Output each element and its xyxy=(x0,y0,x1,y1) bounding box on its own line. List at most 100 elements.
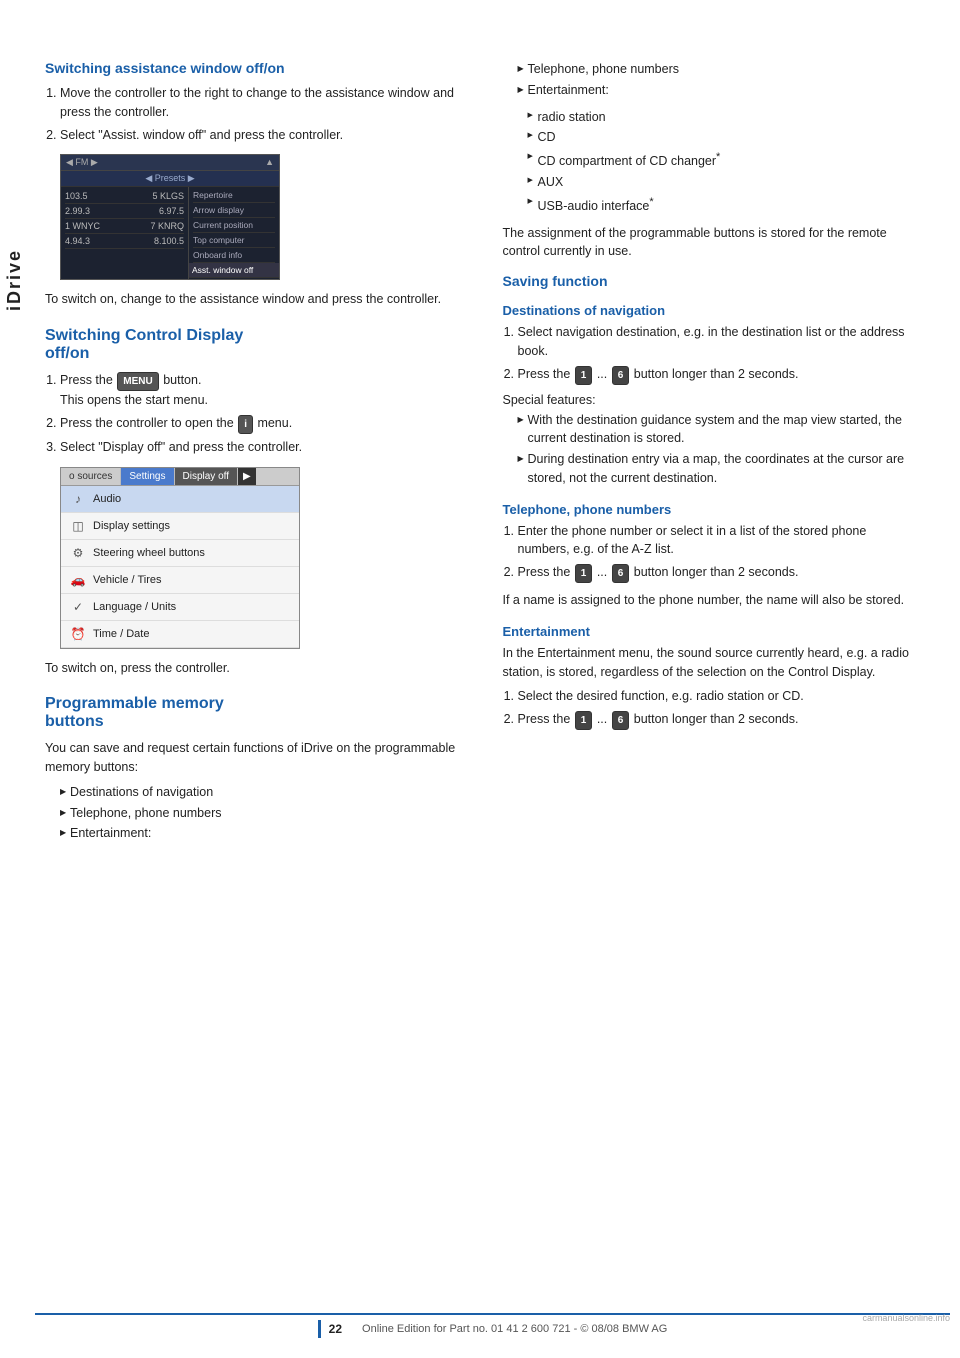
watermark: carmanualsonline.info xyxy=(862,1313,950,1323)
section-programmable-memory: Programmable memorybuttons You can save … xyxy=(45,695,458,843)
step-item: Move the controller to the right to chan… xyxy=(60,84,458,122)
settings-item-label: Steering wheel buttons xyxy=(93,547,205,559)
section-switching-assistance: Switching assistance window off/on Move … xyxy=(45,60,458,309)
right-sub-bullets: radio station CD CD compartment of CD ch… xyxy=(528,108,921,216)
subheading-destinations: Destinations of navigation xyxy=(503,303,921,318)
time-icon: ⏰ xyxy=(69,625,87,643)
station-row: 2.99.36.97.5 xyxy=(65,204,184,219)
bullet-item: USB-audio interface* xyxy=(528,194,921,216)
key-1: 1 xyxy=(575,711,593,730)
bullet-item: During destination entry via a map, the … xyxy=(518,450,921,488)
menu-item: Arrow display xyxy=(193,203,275,218)
display-icon: ◫ xyxy=(69,517,87,535)
step-item: Press the 1 ... 6 button longer than 2 s… xyxy=(518,365,921,385)
steps-destinations: Select navigation destination, e.g. in t… xyxy=(518,323,921,385)
vehicle-icon: 🚗 xyxy=(69,571,87,589)
key-6: 6 xyxy=(612,564,630,583)
asterisk: * xyxy=(649,196,653,208)
settings-tab-bar: o sources Settings Display off ▶ xyxy=(61,468,299,486)
right-top-bullets: Telephone, phone numbers Entertainment: xyxy=(518,60,921,100)
key-6: 6 xyxy=(612,366,630,385)
step-item: Enter the phone number or select it in a… xyxy=(518,522,921,560)
stored-text: The assignment of the programmable butto… xyxy=(503,224,921,262)
steps-switching-assistance: Move the controller to the right to chan… xyxy=(60,84,458,144)
tab-display-off: Display off xyxy=(175,468,239,485)
menu-item-highlighted: Asst. window off xyxy=(189,263,279,278)
asterisk: * xyxy=(716,151,720,163)
bullet-item: Entertainment: xyxy=(518,81,921,100)
telephone-after-text: If a name is assigned to the phone numbe… xyxy=(503,591,921,610)
steps-entertainment: Select the desired function, e.g. radio … xyxy=(518,687,921,730)
steering-icon: ⚙ xyxy=(69,544,87,562)
sidebar-label: iDrive xyxy=(0,180,28,380)
step-item: Press the 1 ... 6 button longer than 2 s… xyxy=(518,563,921,583)
left-stations: 103.55 KLGS 2.99.36.97.5 1 WNYC7 KNRQ 4.… xyxy=(61,187,189,279)
audio-icon: ♪ xyxy=(69,490,87,508)
language-icon: ✓ xyxy=(69,598,87,616)
menu-item: Repertoire xyxy=(193,188,275,203)
menu-item: Current position xyxy=(193,218,275,233)
bullet-item: radio station xyxy=(528,108,921,127)
heading-switching-assistance: Switching assistance window off/on xyxy=(45,60,458,76)
settings-menu-row-steering: ⚙ Steering wheel buttons xyxy=(61,540,299,567)
bullet-item: With the destination guidance system and… xyxy=(518,411,921,449)
step-item: Press the controller to open the i menu. xyxy=(60,414,458,434)
bullet-item: Telephone, phone numbers xyxy=(60,804,458,823)
settings-item-label: Time / Date xyxy=(93,628,149,640)
bullet-item: AUX xyxy=(528,173,921,192)
radio-right-menu: Repertoire Arrow display Current positio… xyxy=(189,187,279,279)
step-item: Select navigation destination, e.g. in t… xyxy=(518,323,921,361)
step-item: Select "Display off" and press the contr… xyxy=(60,438,458,457)
tab-sources: o sources xyxy=(61,468,121,485)
subheading-telephone: Telephone, phone numbers xyxy=(503,502,921,517)
menu-item: Onboard info xyxy=(193,248,275,263)
assistance-after-text: To switch on, change to the assistance w… xyxy=(45,290,458,309)
settings-item-label: Language / Units xyxy=(93,601,176,613)
page-footer: 22 Online Edition for Part no. 01 41 2 6… xyxy=(35,1313,950,1338)
steps-telephone: Enter the phone number or select it in a… xyxy=(518,522,921,584)
settings-item-label: Display settings xyxy=(93,520,170,532)
settings-menu-row-time: ⏰ Time / Date xyxy=(61,621,299,648)
special-features-label: Special features: xyxy=(503,393,921,407)
steps-control-display: Press the MENU button. This opens the st… xyxy=(60,371,458,457)
settings-item-label: Audio xyxy=(93,493,121,505)
bullet-item: CD compartment of CD changer* xyxy=(528,149,921,171)
bullet-item: Entertainment: xyxy=(60,824,458,843)
programmable-bullets: Destinations of navigation Telephone, ph… xyxy=(60,783,458,843)
programmable-intro: You can save and request certain functio… xyxy=(45,739,458,777)
step-item: Select "Assist. window off" and press th… xyxy=(60,126,458,145)
bullet-item: Telephone, phone numbers xyxy=(518,60,921,79)
bullet-item: CD xyxy=(528,128,921,147)
menu-item: Top computer xyxy=(193,233,275,248)
key-1: 1 xyxy=(575,564,593,583)
control-display-after-text: To switch on, press the controller. xyxy=(45,659,458,678)
left-column: Switching assistance window off/on Move … xyxy=(45,60,468,851)
key-1: 1 xyxy=(575,366,593,385)
step-item: Press the MENU button. This opens the st… xyxy=(60,371,458,410)
right-column: Telephone, phone numbers Entertainment: … xyxy=(498,60,921,851)
entertainment-intro: In the Entertainment menu, the sound sou… xyxy=(503,644,921,682)
tab-settings: Settings xyxy=(121,468,174,485)
settings-screen-image: o sources Settings Display off ▶ ♪ Audio… xyxy=(60,467,300,649)
radio-arrow: ▲ xyxy=(265,157,274,168)
tab-arrow: ▶ xyxy=(238,468,256,485)
footer-bar-decoration xyxy=(318,1320,321,1338)
destinations-special-bullets: With the destination guidance system and… xyxy=(518,411,921,488)
station-row: 1 WNYC7 KNRQ xyxy=(65,219,184,234)
main-content: Switching assistance window off/on Move … xyxy=(35,0,960,891)
bullet-item: Destinations of navigation xyxy=(60,783,458,802)
settings-menu-row-language: ✓ Language / Units xyxy=(61,594,299,621)
step-item: Press the 1 ... 6 button longer than 2 s… xyxy=(518,710,921,730)
radio-fm-label: ◀ FM ▶ xyxy=(66,157,98,168)
footer-text: Online Edition for Part no. 01 41 2 600 … xyxy=(362,1323,667,1335)
subheading-entertainment: Entertainment xyxy=(503,624,921,639)
settings-menu-row-display: ◫ Display settings xyxy=(61,513,299,540)
radio-presets: ◀ Presets ▶ xyxy=(61,171,279,187)
radio-screen-image: ◀ FM ▶ ▲ ◀ Presets ▶ 103.55 KLGS 2.99.36… xyxy=(60,154,280,280)
heading-saving-function: Saving function xyxy=(503,273,921,289)
settings-menu-row-vehicle: 🚗 Vehicle / Tires xyxy=(61,567,299,594)
station-row: 4.94.38.100.5 xyxy=(65,234,184,249)
station-row: 103.55 KLGS xyxy=(65,189,184,204)
radio-top-bar: ◀ FM ▶ ▲ xyxy=(61,155,279,171)
heading-programmable-memory: Programmable memorybuttons xyxy=(45,695,458,731)
